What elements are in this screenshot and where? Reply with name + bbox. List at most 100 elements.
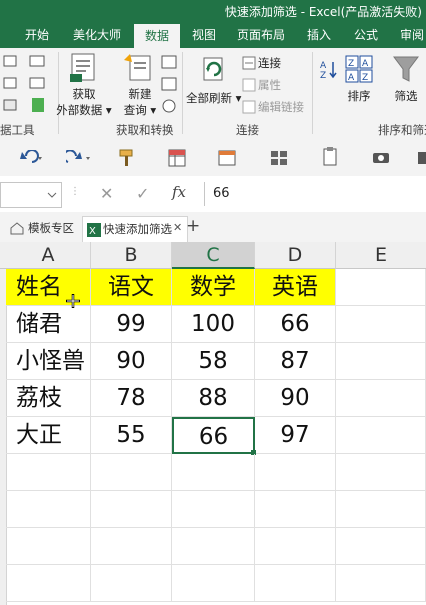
cell-c1[interactable]: 数学: [172, 269, 255, 306]
sort-az-small-icon[interactable]: A Z: [318, 58, 340, 80]
data-tools-icons-2[interactable]: [28, 54, 50, 114]
edit-links-button[interactable]: 编辑链接: [258, 99, 304, 115]
new-query-label-2: 查询 ▾: [123, 103, 157, 117]
close-tab-icon[interactable]: ✕: [173, 221, 182, 234]
active-workbook-tab[interactable]: X 快速添加筛选 ✕: [82, 216, 188, 243]
cell-e1[interactable]: [336, 269, 426, 306]
cell-b5[interactable]: 55: [91, 417, 172, 454]
cancel-icon[interactable]: ✕: [100, 184, 113, 203]
cell-empty[interactable]: [91, 565, 172, 602]
get-external-label-1: 获取: [72, 87, 96, 101]
cell-c2[interactable]: 100: [172, 306, 255, 343]
cell-empty[interactable]: [91, 491, 172, 528]
tab-view[interactable]: 视图: [182, 22, 226, 48]
layout-icon[interactable]: [270, 150, 288, 166]
cell-empty[interactable]: [6, 565, 91, 602]
cell-empty[interactable]: [255, 565, 336, 602]
cell-c3[interactable]: 58: [172, 343, 255, 380]
data-tools-icons[interactable]: [2, 54, 24, 114]
cell-empty[interactable]: [255, 454, 336, 491]
svg-text:Z: Z: [320, 71, 326, 80]
query-small-icons[interactable]: [160, 54, 178, 114]
cell-a4[interactable]: 荔枝: [6, 380, 91, 417]
format-painter-icon[interactable]: [118, 148, 136, 168]
insert-table-icon[interactable]: [218, 148, 238, 168]
tab-review[interactable]: 审阅: [392, 22, 426, 48]
name-box[interactable]: [0, 182, 62, 208]
cell-empty[interactable]: [336, 565, 426, 602]
cell-empty[interactable]: [172, 454, 255, 491]
cell-d2[interactable]: 66: [255, 306, 336, 343]
cell-c4[interactable]: 88: [172, 380, 255, 417]
cell-empty[interactable]: [336, 454, 426, 491]
cell-e4[interactable]: [336, 380, 426, 417]
formula-input[interactable]: 66: [204, 182, 426, 206]
cell-e2[interactable]: [336, 306, 426, 343]
cell-empty[interactable]: [336, 528, 426, 565]
cell-b3[interactable]: 90: [91, 343, 172, 380]
cell-b4[interactable]: 78: [91, 380, 172, 417]
column-header-e[interactable]: E: [336, 242, 426, 269]
cell-e3[interactable]: [336, 343, 426, 380]
cell-a3[interactable]: 小怪兽: [6, 343, 91, 380]
cell-empty[interactable]: [6, 528, 91, 565]
connections-button[interactable]: 连接: [258, 55, 281, 71]
spreadsheet-grid: A B C D E 姓名 语文 数学 英语 储君 99 100 66 小怪兽 9…: [0, 242, 426, 605]
refresh-all-button[interactable]: 全部刷新 ▾: [186, 90, 241, 106]
svg-text:A: A: [362, 59, 369, 69]
tab-template-zone[interactable]: 模板专区: [28, 216, 74, 240]
cell-empty[interactable]: [91, 454, 172, 491]
cell-b2[interactable]: 99: [91, 306, 172, 343]
cell-d5[interactable]: 97: [255, 417, 336, 454]
tab-insert[interactable]: 插入: [298, 22, 340, 48]
filter-button[interactable]: 筛选: [388, 88, 424, 104]
undo-icon[interactable]: [18, 150, 44, 166]
cell-empty[interactable]: [6, 454, 91, 491]
cell-b1[interactable]: 语文: [91, 269, 172, 306]
svg-text:Z: Z: [362, 73, 368, 83]
cell-a5[interactable]: 大正: [6, 417, 91, 454]
tab-formulas[interactable]: 公式: [346, 22, 386, 48]
cell-a2[interactable]: 储君: [6, 306, 91, 343]
cell-empty[interactable]: [6, 491, 91, 528]
column-header-b[interactable]: B: [91, 242, 172, 269]
cell-empty[interactable]: [336, 491, 426, 528]
sort-icon: Z A A Z: [345, 55, 373, 83]
cell-empty[interactable]: [255, 528, 336, 565]
new-query-button[interactable]: 新建 查询 ▾: [116, 86, 164, 118]
redo-icon[interactable]: [66, 150, 92, 166]
cell-e5[interactable]: [336, 417, 426, 454]
column-header-d[interactable]: D: [255, 242, 336, 269]
tab-beautify[interactable]: 美化大师: [66, 22, 128, 48]
cell-d4[interactable]: 90: [255, 380, 336, 417]
cell-empty[interactable]: [172, 565, 255, 602]
cell-empty[interactable]: [91, 528, 172, 565]
group-connections-label: 连接: [236, 123, 259, 137]
cell-empty[interactable]: [255, 491, 336, 528]
enter-icon[interactable]: ✓: [136, 184, 149, 203]
cell-d1[interactable]: 英语: [255, 269, 336, 306]
tab-home[interactable]: 开始: [14, 22, 60, 48]
tab-page-layout[interactable]: 页面布局: [228, 22, 294, 48]
insert-function-icon[interactable]: fx: [172, 183, 186, 201]
ribbon-separator-2: [182, 52, 183, 134]
window-title: 快速添加筛选 - Excel(产品激活失败): [224, 5, 422, 19]
cell-empty[interactable]: [172, 491, 255, 528]
more-icon[interactable]: [418, 150, 426, 166]
cell-empty[interactable]: [172, 528, 255, 565]
camera-icon[interactable]: [372, 150, 390, 164]
cell-d3[interactable]: 87: [255, 343, 336, 380]
group-data-tools-label: 据工具: [0, 123, 35, 137]
table-icon[interactable]: [168, 148, 186, 168]
properties-button[interactable]: 属性: [258, 77, 281, 93]
column-header-a[interactable]: A: [6, 242, 91, 269]
cell-c5-active[interactable]: 66: [172, 417, 255, 454]
svg-text:A: A: [348, 73, 355, 83]
workbook-tabs: 模板专区 X 快速添加筛选 ✕ +: [0, 212, 426, 243]
sort-button[interactable]: 排序: [344, 88, 374, 104]
tab-data[interactable]: 数据: [134, 24, 180, 48]
get-external-data-button[interactable]: 获取 外部数据 ▾: [56, 86, 112, 118]
add-tab-button[interactable]: +: [186, 216, 200, 236]
column-header-c[interactable]: C: [172, 242, 255, 269]
clipboard-icon[interactable]: [322, 146, 340, 168]
